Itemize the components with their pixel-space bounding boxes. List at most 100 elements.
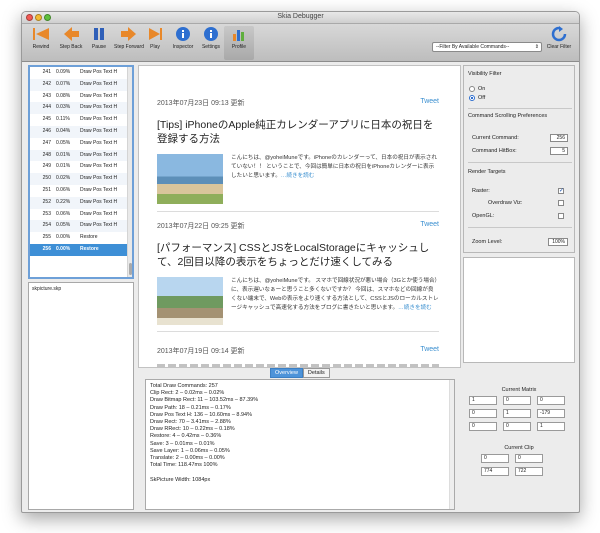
bar-chart-icon [233,30,244,41]
matrix-cell: 0 [537,396,565,405]
current-command-input[interactable]: 256 [550,134,568,142]
divider [468,162,572,163]
tab-overview[interactable]: Overview [270,368,303,378]
command-row[interactable]: 254 0.05% Draw Pos Text H [30,220,132,233]
play-icon [149,28,162,40]
article-2: 2013年07月22日 09:25 更新 Tweet [パフォーマンス] CSS… [157,221,439,351]
step-back-button[interactable]: Step Back [56,26,86,60]
tweet-link: Tweet [420,221,439,228]
command-num: 256 [42,245,51,252]
matrix-cell: 0 [503,396,531,405]
command-filter-select[interactable]: --Filter By Available Commands-- ⇕ [432,42,542,52]
matrix-cell: 1 [537,422,565,431]
refresh-icon [551,26,567,42]
filter-value: --Filter By Available Commands-- [436,44,510,50]
visibility-filter-heading: Visibility Filter [468,71,502,77]
command-pct: 0.22% [56,198,71,205]
command-row[interactable]: 244 0.03% Draw Pos Text H [30,102,132,115]
command-row[interactable]: 247 0.05% Draw Pos Text H [30,138,132,150]
overview-scrollbar[interactable] [449,380,454,509]
tab-details[interactable]: Details [302,368,330,378]
matrix-cell: 0 [469,422,497,431]
article-excerpt: こんにちは、@yoheiMuneです。 スマホで回線状況が悪い場合（3Gとか使う… [231,278,439,311]
command-pct: 0.07% [56,80,71,87]
command-num: 241 [42,69,51,75]
command-name: Draw Pos Text H [80,80,118,87]
command-row[interactable]: 255 0.00% Restore [30,232,132,244]
command-row[interactable]: 253 0.06% Draw Pos Text H [30,209,132,221]
command-name: Draw Pos Text H [80,69,118,75]
raster-checkbox[interactable]: ✓ [558,188,564,194]
command-row[interactable]: 250 0.02% Draw Pos Text H [30,173,132,185]
profile-button[interactable]: Profile [224,26,254,60]
profile-label: Profile [231,44,247,50]
matrix-cell: 0 [503,422,531,431]
pause-button[interactable]: Pause [84,26,114,60]
scrollbar-thumb[interactable] [129,263,132,275]
command-num: 248 [42,151,51,158]
opengl-checkbox[interactable] [558,213,564,219]
article-date: 2013年07月19日 09:14 更新 [157,348,245,355]
command-row[interactable]: 241 0.09% Draw Pos Text H [30,67,132,79]
current-matrix-heading: Current Matrix [501,387,537,393]
divider [157,211,439,212]
clear-filter-button[interactable]: Clear Filter [542,26,576,60]
command-num: 247 [42,139,51,146]
command-pct: 0.00% [56,234,71,241]
command-pct: 0.00% [56,245,71,252]
command-pct: 0.09% [56,69,71,75]
tweet-link: Tweet [420,98,439,105]
visibility-on-radio[interactable] [469,86,475,92]
divider [468,108,572,109]
command-row[interactable]: 252 0.22% Draw Pos Text H [30,196,132,209]
step-back-icon [64,27,79,41]
command-name: Draw Pos Text H [80,151,118,158]
file-list[interactable]: skpicture.skp [28,282,134,510]
clip-cell: 0 [481,454,509,463]
zoom-level-input[interactable]: 100% [548,238,568,246]
clip-cell: 774 [481,467,509,476]
rewind-label: Rewind [32,44,50,50]
command-name: Draw Pos Text H [80,127,118,134]
article-excerpt: こんにちは、@yoheiMuneです。iPhoneのカレンダーって、日本の祝日が… [231,155,437,179]
overdraw-viz-checkbox[interactable] [558,200,564,206]
visibility-off-radio[interactable] [469,95,475,101]
settings-button[interactable]: Settings [196,26,226,60]
file-item[interactable]: skpicture.skp [29,283,133,295]
command-list[interactable]: 241 0.09% Draw Pos Text H 242 0.07% Draw Pos … [28,65,134,279]
command-hitbox-input[interactable]: 5 [550,147,568,155]
play-button[interactable]: Play [140,26,170,60]
command-row[interactable]: 245 0.11% Draw Pos Text H [30,114,132,126]
command-num: 246 [42,127,51,134]
command-row[interactable]: 242 0.07% Draw Pos Text H [30,78,132,91]
command-num: 244 [42,104,51,111]
command-row[interactable]: 243 0.08% Draw Pos Text H [30,91,132,103]
step-forward-icon [121,27,136,41]
render-canvas[interactable]: 2013年07月23日 09:13 更新 Tweet [Tips] iPhone… [138,65,461,368]
command-row[interactable]: 249 0.01% Draw Pos Text H [30,161,132,173]
command-list-scrollbar[interactable] [127,67,132,277]
command-pct: 0.04% [56,127,71,134]
command-pct: 0.01% [56,151,71,158]
command-row[interactable]: 251 0.06% Draw Pos Text H [30,185,132,197]
inspector-button[interactable]: Inspector [168,26,198,60]
command-name: Draw Pos Text H [80,139,118,146]
command-row[interactable]: 256 0.00% Restore [30,243,132,256]
rewind-button[interactable]: Rewind [26,26,56,60]
command-num: 243 [42,92,51,99]
command-row[interactable]: 246 0.04% Draw Pos Text H [30,125,132,138]
command-num: 242 [42,80,51,87]
info-icon [176,27,190,41]
scrolling-preferences-heading: Command Scrolling Preferences [468,113,548,119]
overview-panel: Overview Details Total Draw Commands: 257… [145,368,455,510]
command-num: 251 [42,186,51,193]
clear-filter-label: Clear Filter [546,44,572,50]
command-name: Draw Pos Text H [80,163,118,170]
updown-arrows-icon: ⇕ [534,44,539,50]
play-label: Play [150,44,160,50]
command-num: 255 [42,234,51,241]
command-row[interactable]: 248 0.01% Draw Pos Text H [30,149,132,162]
command-name: Draw Pos Text H [80,198,118,205]
divider [157,331,439,332]
command-pct: 0.05% [56,139,71,146]
